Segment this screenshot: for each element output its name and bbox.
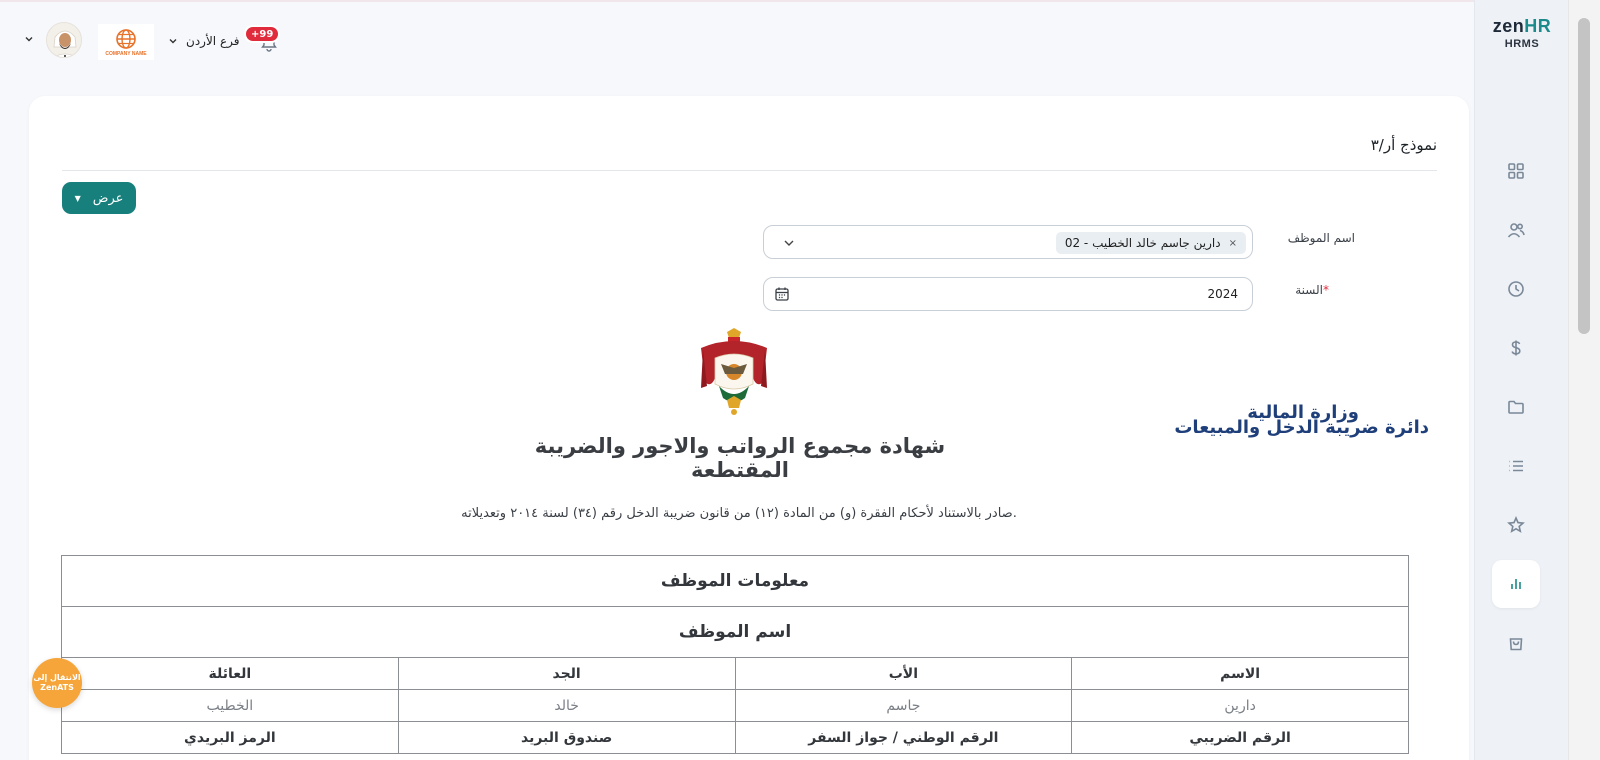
scrollbar-thumb[interactable] — [1578, 18, 1590, 334]
avatar[interactable] — [46, 22, 82, 58]
nav-performance[interactable] — [1492, 501, 1540, 549]
caret-down-icon: ▼ — [74, 193, 81, 203]
dashboard-icon — [1508, 163, 1524, 179]
jordan-emblem-icon — [701, 328, 767, 415]
notifications-badge: +99 — [244, 25, 281, 43]
certificate-subtitle: صادر بالاستناد لأحكام الفقرة (و) من الما… — [461, 506, 1017, 521]
employee-label: اسم الموظف — [1287, 231, 1355, 245]
nav-reports[interactable] — [1492, 560, 1540, 608]
nav-attendance[interactable] — [1492, 265, 1540, 313]
nav-employees[interactable] — [1492, 206, 1540, 254]
users-icon — [1507, 223, 1525, 238]
header-po-box: صندوق البريد — [397, 721, 736, 754]
nav-dashboard[interactable] — [1492, 147, 1540, 195]
view-button-label: عرض — [92, 190, 124, 206]
year-label: السنة* — [1295, 283, 1329, 297]
employee-info-table: معلومات الموظف اسم الموظف الاسم الأب الج… — [61, 555, 1409, 754]
year-label-text: السنة — [1295, 283, 1323, 297]
scrollbar[interactable] — [1568, 0, 1600, 760]
chevron-down-icon[interactable] — [782, 236, 796, 250]
zenats-button[interactable]: الانتقال إلى ZenATS — [32, 658, 82, 708]
header-national-id: الرقم الوطني / جواز السفر — [734, 721, 1073, 754]
certificate-title: شهادة مجموع الرواتب والاجور والضريبة الم… — [534, 434, 946, 482]
header-tax-number: الرقم الضريبي — [1071, 721, 1409, 754]
nav-requests[interactable] — [1492, 442, 1540, 490]
zenats-line2: ZenATS — [40, 683, 74, 692]
header-grandfather-name: الجد — [397, 657, 736, 690]
value-first-name: دارين — [1071, 689, 1409, 722]
zenhr-logo[interactable]: zenHR HRMS — [1475, 16, 1569, 50]
user-menu-chevron-icon[interactable] — [24, 34, 34, 47]
header-father-name: الأب — [734, 657, 1073, 690]
nav-store[interactable] — [1492, 619, 1540, 667]
logo-hrms: HRMS — [1504, 38, 1540, 50]
value-grandfather-name: خالد — [397, 689, 736, 722]
section-employee-name: اسم الموظف — [61, 606, 1409, 658]
nav-documents[interactable] — [1492, 383, 1540, 431]
header-postal-code: الرمز البريدي — [61, 721, 399, 754]
right-sidebar: zenHR HRMS — [1474, 0, 1568, 760]
year-input[interactable]: 2024 — [763, 277, 1253, 311]
bag-icon — [1509, 638, 1523, 651]
main-card: نموذج أر/٣ ▼ عرض اسم الموظف 02 - دارين ج… — [29, 96, 1469, 760]
clock-icon — [1508, 281, 1524, 297]
employee-chip-label: 02 - دارين جاسم خالد الخطيب — [1064, 236, 1221, 250]
table-row: دارين جاسم خالد الخطيب — [61, 689, 1409, 722]
header-family-name: العائلة — [61, 657, 399, 690]
value-family-name: الخطيب — [61, 689, 399, 722]
logo-hr: HR — [1524, 16, 1552, 36]
page-title: نموذج أر/٣ — [1370, 136, 1437, 154]
title-divider — [62, 170, 1437, 171]
chevron-down-icon — [169, 39, 177, 44]
required-mark: * — [1323, 283, 1329, 297]
nav-payroll[interactable] — [1492, 324, 1540, 372]
table-row: الرقم الضريبي الرقم الوطني / جواز السفر … — [61, 721, 1409, 754]
zenats-line1: الانتقال إلى — [33, 673, 81, 683]
company-logo[interactable]: COMPANY NAME — [98, 24, 154, 60]
calendar-icon[interactable] — [774, 286, 790, 302]
folder-icon — [1508, 400, 1524, 414]
department-name: دائرة ضريبة الدخل والمبيعات — [1174, 416, 1429, 438]
star-icon — [1507, 516, 1525, 533]
view-button[interactable]: ▼ عرض — [62, 182, 136, 214]
reports-icon — [1511, 579, 1521, 589]
list-icon — [1509, 460, 1523, 472]
value-father-name: جاسم — [734, 689, 1073, 722]
table-row: الاسم الأب الجد العائلة — [61, 657, 1409, 690]
globe-logo-icon — [116, 28, 136, 49]
branch-selector[interactable]: فرع الأردن — [168, 34, 239, 48]
logo-zen: zen — [1492, 16, 1525, 36]
chip-remove-icon[interactable]: × — [1229, 238, 1237, 249]
header-first-name: الاسم — [1071, 657, 1409, 690]
employee-select[interactable]: 02 - دارين جاسم خالد الخطيب × — [763, 225, 1253, 259]
section-employee-info: معلومات الموظف — [61, 555, 1409, 607]
branch-label: فرع الأردن — [186, 34, 240, 48]
dollar-icon — [1511, 340, 1521, 356]
ministry-heading: وزارة المالية دائرة ضريبة الدخل والمبيعا… — [1174, 403, 1429, 438]
top-header: COMPANY NAME فرع الأردن +99 — [0, 0, 1474, 84]
company-logo-text: COMPANY NAME — [105, 50, 147, 57]
employee-chip[interactable]: 02 - دارين جاسم خالد الخطيب × — [1055, 232, 1246, 254]
year-value: 2024 — [1207, 287, 1238, 301]
